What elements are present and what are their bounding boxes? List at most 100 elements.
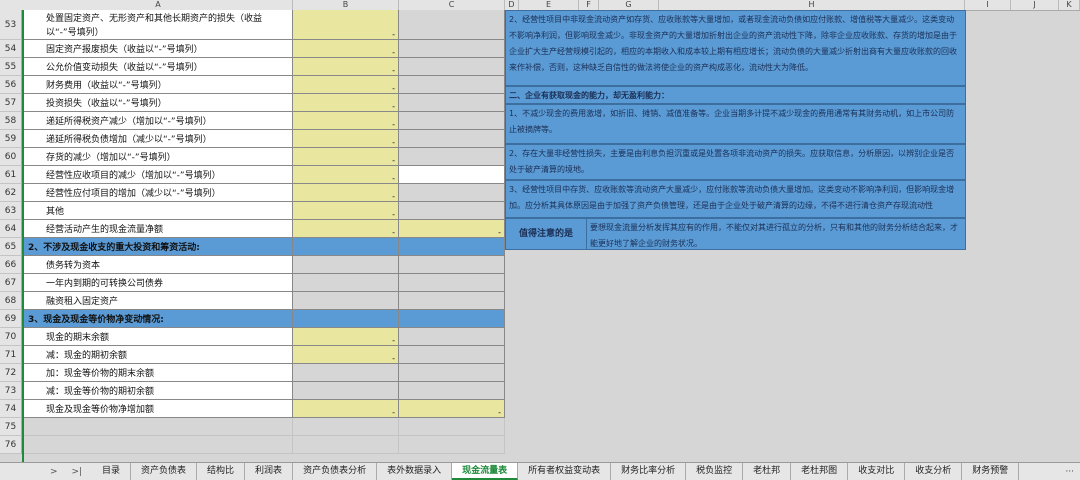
warning-note[interactable]: 值得注意的是 要想现金流量分析发挥其应有的作用，不能仅对其进行孤立的分析，只有和… — [505, 218, 966, 250]
current-period-cell[interactable]: - — [293, 112, 399, 130]
current-period-cell[interactable]: - — [293, 94, 399, 112]
row-label-cell[interactable]: 现金的期末余额 — [24, 328, 293, 346]
sheet-tab[interactable]: 结构比 — [197, 463, 246, 480]
prior-period-cell[interactable] — [399, 436, 505, 454]
note-item[interactable]: 3、经营性项目中存货、应收账款等流动资产大量减少，应付账款等流动负债大量增加。这… — [505, 180, 966, 218]
last-sheet-icon[interactable]: >| — [72, 467, 83, 477]
current-period-cell[interactable]: - — [293, 400, 399, 418]
prior-period-cell[interactable]: - — [399, 400, 505, 418]
prior-period-cell[interactable] — [399, 76, 505, 94]
column-header-k[interactable]: K — [1059, 0, 1080, 10]
note-item[interactable]: 2、经营性项目中非现金流动资产如存货、应收账款等大量增加，或者现金流动负债如应付… — [505, 10, 966, 86]
current-period-cell[interactable]: - — [293, 166, 399, 184]
row-number[interactable]: 72 — [0, 364, 22, 382]
sheet-tab[interactable]: 资产负债表 — [131, 463, 198, 480]
column-header-f[interactable]: F — [579, 0, 599, 10]
row-label-cell[interactable]: 其他 — [24, 202, 293, 220]
row-number[interactable]: 68 — [0, 292, 22, 310]
row-number[interactable]: 55 — [0, 58, 22, 76]
row-label-cell[interactable] — [24, 418, 293, 436]
row-number[interactable]: 74 — [0, 400, 22, 418]
prior-period-cell[interactable] — [399, 382, 505, 400]
row-label-cell[interactable]: 3、现金及现金等价物净变动情况: — [24, 310, 293, 328]
prior-period-cell[interactable] — [399, 202, 505, 220]
note-item[interactable]: 1、不减少现金的费用激增，如折旧、摊销、减值准备等。企业当期多计提不减少现金的费… — [505, 104, 966, 144]
row-number[interactable]: 59 — [0, 130, 22, 148]
sheet-tab[interactable]: 财务预警 — [962, 463, 1020, 480]
more-tabs-icon[interactable]: ··· — [1065, 467, 1080, 477]
row-label-cell[interactable]: 2、不涉及现金收支的重大投资和筹资活动: — [24, 238, 293, 256]
row-label-cell[interactable]: 现金及现金等价物净增加额 — [24, 400, 293, 418]
sheet-tab[interactable]: 收支分析 — [905, 463, 963, 480]
row-number[interactable]: 65 — [0, 238, 22, 256]
row-label-cell[interactable]: 存货的减少（增加以“-”号填列） — [24, 148, 293, 166]
column-header-c[interactable]: C — [399, 0, 505, 10]
sheet-tab[interactable]: 利润表 — [245, 463, 294, 480]
current-period-cell[interactable] — [293, 292, 399, 310]
current-period-cell[interactable]: - — [293, 148, 399, 166]
row-label-cell[interactable]: 债务转为资本 — [24, 256, 293, 274]
current-period-cell[interactable]: - — [293, 346, 399, 364]
prior-period-cell[interactable] — [399, 310, 505, 328]
row-number[interactable]: 64 — [0, 220, 22, 238]
sheet-tab[interactable]: 目录 — [92, 463, 132, 480]
sheet-tab[interactable]: 老杜邦图 — [791, 463, 849, 480]
row-label-cell[interactable]: 加：现金等价物的期末余额 — [24, 364, 293, 382]
sheet-tab[interactable]: 资产负债表分析 — [293, 463, 378, 480]
current-period-cell[interactable]: - — [293, 58, 399, 76]
row-number[interactable]: 66 — [0, 256, 22, 274]
current-period-cell[interactable] — [293, 364, 399, 382]
prior-period-cell[interactable] — [399, 328, 505, 346]
row-number[interactable]: 57 — [0, 94, 22, 112]
sheet-tab[interactable]: 现金流量表 — [452, 463, 519, 480]
current-period-cell[interactable] — [293, 274, 399, 292]
sheet-tab[interactable]: 表外数据录入 — [377, 463, 453, 480]
prior-period-cell[interactable] — [399, 40, 505, 58]
current-period-cell[interactable] — [293, 436, 399, 454]
prior-period-cell[interactable] — [399, 58, 505, 76]
current-period-cell[interactable] — [293, 382, 399, 400]
prior-period-cell[interactable] — [399, 364, 505, 382]
note-heading[interactable]: 二、企业有获取现金的能力，却无盈利能力： — [505, 86, 966, 104]
row-number[interactable]: 69 — [0, 310, 22, 328]
row-label-cell[interactable]: 减：现金的期初余额 — [24, 346, 293, 364]
column-header-i[interactable]: I — [965, 0, 1011, 10]
prior-period-cell[interactable] — [399, 166, 505, 184]
row-number[interactable]: 70 — [0, 328, 22, 346]
prior-period-cell[interactable] — [399, 112, 505, 130]
sheet-tab[interactable]: 财务比率分析 — [611, 463, 687, 480]
row-label-cell[interactable]: 递延所得税负债增加（减少以“-”号填列） — [24, 130, 293, 148]
row-number[interactable]: 67 — [0, 274, 22, 292]
column-header-j[interactable]: J — [1011, 0, 1059, 10]
spreadsheet-grid[interactable]: A B C D E F G H I J K 53 处置固定资产、无形资产和其他长期… — [0, 0, 1080, 462]
current-period-cell[interactable]: - — [293, 40, 399, 58]
current-period-cell[interactable]: - — [293, 76, 399, 94]
column-header-h[interactable]: H — [659, 0, 965, 10]
row-number[interactable]: 76 — [0, 436, 22, 454]
row-label-cell[interactable]: 公允价值变动损失（收益以“-”号填列） — [24, 58, 293, 76]
row-number[interactable]: 54 — [0, 40, 22, 58]
row-label-cell[interactable]: 投资损失（收益以“-”号填列） — [24, 94, 293, 112]
row-number[interactable]: 75 — [0, 418, 22, 436]
prior-period-cell[interactable] — [399, 94, 505, 112]
column-header-e[interactable]: E — [519, 0, 579, 10]
row-label-cell[interactable]: 融资租入固定资产 — [24, 292, 293, 310]
row-number[interactable]: 62 — [0, 184, 22, 202]
prior-period-cell[interactable] — [399, 418, 505, 436]
row-label-cell[interactable]: 减：现金等价物的期初余额 — [24, 382, 293, 400]
row-label-cell[interactable]: 经营活动产生的现金流量净额 — [24, 220, 293, 238]
row-label-cell[interactable]: 经营性应收项目的减少（增加以“-”号填列） — [24, 166, 293, 184]
sheet-tab[interactable]: 税负监控 — [686, 463, 744, 480]
sheet-tab[interactable]: 所有者权益变动表 — [518, 463, 612, 480]
current-period-cell[interactable] — [293, 418, 399, 436]
row-number[interactable]: 53 — [0, 10, 22, 40]
column-header-b[interactable]: B — [293, 0, 399, 10]
prior-period-cell[interactable] — [399, 256, 505, 274]
row-label-cell[interactable]: 固定资产报废损失（收益以“-”号填列） — [24, 40, 293, 58]
column-header-a[interactable]: A — [24, 0, 293, 10]
row-label-cell[interactable]: 财务费用（收益以“-”号填列） — [24, 76, 293, 94]
sheet-tab[interactable]: 老杜邦 — [743, 463, 792, 480]
prior-period-cell[interactable] — [399, 130, 505, 148]
note-item[interactable]: 2、存在大量非经营性损失，主要是由利息负担沉重或是处置各项非流动资产的损失。应获… — [505, 144, 966, 180]
sheet-tab[interactable]: 收支对比 — [848, 463, 906, 480]
